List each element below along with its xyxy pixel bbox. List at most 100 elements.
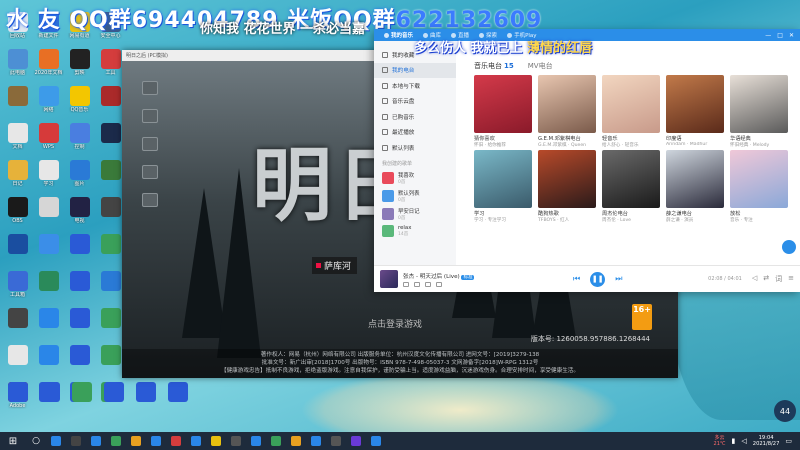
radio-card[interactable]: 学习 学习 · 专注学习 [474,150,532,223]
desktop-icon[interactable]: 学习 [33,160,64,197]
volume-icon[interactable]: ◁ [741,437,746,445]
video-icon[interactable] [142,193,158,207]
taskbar-app-icon[interactable] [246,432,266,450]
desktop-icon[interactable] [33,345,64,382]
taskbar-app-icon[interactable] [266,432,286,450]
sidebar-nav-item[interactable]: 最近播放 [374,125,456,141]
weather-widget[interactable]: 多云 21℃ [714,435,726,447]
taskbar-app-icon[interactable] [286,432,306,450]
desktop-icon[interactable]: 此电脑 [2,49,33,86]
taskbar-app-icon[interactable] [306,432,326,450]
sidebar-nav-item[interactable]: 我的电台 [374,62,456,78]
radio-card-cover[interactable] [474,150,532,208]
radio-card-cover[interactable] [666,150,724,208]
desktop-icon[interactable] [34,382,65,402]
desktop-icon[interactable] [33,308,64,345]
lyrics-icon[interactable]: 词 [775,274,782,284]
desktop-icon[interactable]: 文档 [2,123,33,160]
windows-start-icon[interactable]: ⊞ [0,436,26,447]
desktop-icon[interactable]: 工具箱 [2,271,33,308]
taskbar-app-icon[interactable] [66,432,86,450]
desktop-icon[interactable]: 控制 [64,123,95,160]
desktop-icon[interactable]: 图片 [64,160,95,197]
radio-card-cover[interactable] [666,75,724,133]
speaker-icon[interactable] [142,109,158,123]
desktop-icon[interactable]: 日记 [2,160,33,197]
clock[interactable]: 19:04 2021/8/27 [753,435,780,448]
performance-widget[interactable]: 44 [774,400,796,422]
desktop-icon[interactable] [130,382,161,402]
taskbar-app-icon[interactable] [46,432,66,450]
sidebar-nav-item[interactable]: 音乐云盘 [374,94,456,110]
desktop-icon[interactable] [2,308,33,345]
quality-badge[interactable]: 标准 [461,274,475,280]
close-icon[interactable]: ✕ [789,32,794,39]
now-playing-title[interactable]: 张杰 - 明天过后 (Live) 标准 [403,272,523,280]
server-location[interactable]: 萨库河 [312,257,358,274]
music-player-window[interactable]: 我的音乐 曲库 直播 探索 手机Play — □ ✕ 我的收藏 我的电台 本地与下载 音乐云盘 已购音… [374,29,800,292]
floating-mini-button[interactable] [782,240,796,254]
taskbar-app-icon[interactable] [106,432,126,450]
taskbar-app-icon[interactable] [186,432,206,450]
previous-track-icon[interactable]: ⏮ [573,274,580,284]
desktop-icon[interactable] [98,382,129,402]
sidebar-nav-item[interactable]: 默认列表 [374,140,456,156]
sidebar-nav-item[interactable]: 本地与下载 [374,78,456,94]
category-tab-mv[interactable]: MV电台 [528,61,553,71]
desktop-icon[interactable] [2,234,33,271]
desktop-icon[interactable] [2,382,33,402]
enter-game-button[interactable]: 点击登录游戏 [368,317,422,330]
comment-icon[interactable] [425,281,431,287]
playlist-item[interactable]: relax 14首 [374,223,456,239]
notification-icon[interactable]: ▭ [785,437,792,445]
radio-card[interactable]: 周杰伦电台 周杰伦 · Love [602,150,660,223]
desktop-icon[interactable]: 网络 [33,86,64,123]
radio-card[interactable]: 放松 音乐 · 专注 [730,150,788,223]
radio-card[interactable]: 酷狗热歌 TFBOYS · 红人 [538,150,596,223]
desktop-icon[interactable]: 电视 [64,197,95,234]
next-track-icon[interactable]: ⏭ [615,274,622,284]
playlist-item[interactable]: 早安日记 0首 [374,205,456,223]
desktop-icon[interactable] [33,197,64,234]
radio-card-cover[interactable] [602,150,660,208]
radio-card[interactable]: 华语经典 怀旧经典 · Melody [730,75,788,148]
taskbar-app-icon[interactable] [126,432,146,450]
desktop-icon[interactable]: OBS [2,197,33,234]
desktop-icon[interactable] [66,382,97,402]
taskbar-app-icon[interactable] [146,432,166,450]
desktop-icon[interactable]: 2020年文档 [33,49,64,86]
radio-card-cover[interactable] [602,75,660,133]
playlist-item[interactable]: 默认列表 0首 [374,187,456,205]
shuffle-icon[interactable]: ⇄ [763,274,769,284]
camera-icon[interactable] [142,137,158,151]
minimize-icon[interactable]: — [765,32,771,39]
radio-card[interactable]: 薛之谦电台 薛之谦 · 演员 [666,150,724,223]
pause-button[interactable]: ❚❚ [590,271,606,287]
taskbar-app-icon[interactable] [226,432,246,450]
search-icon[interactable]: ○ [26,432,46,450]
download-icon[interactable] [414,281,420,287]
radio-card-cover[interactable] [474,75,532,133]
now-playing-cover[interactable] [380,270,398,288]
category-tab-radio[interactable]: 音乐电台 15 [474,61,514,71]
network-icon[interactable]: ▮ [732,437,736,445]
desktop-icon[interactable] [64,234,95,271]
desktop-icon[interactable] [64,308,95,345]
desktop-icon[interactable] [162,382,193,402]
desktop-icon[interactable]: WPS [33,123,64,160]
desktop-icon[interactable] [2,86,33,123]
radio-card-cover[interactable] [538,75,596,133]
music-tab[interactable]: 我的音乐 [384,31,413,39]
desktop-icon[interactable]: 剪映 [64,49,95,86]
desktop-icon[interactable] [64,271,95,308]
radio-card[interactable]: G.E.M.邓紫棋电台 G.E.M.邓紫棋 · Queen [538,75,596,148]
taskbar-app-icon[interactable] [86,432,106,450]
notice-icon[interactable] [142,165,158,179]
more-icon[interactable] [436,281,442,287]
maximize-icon[interactable]: □ [777,32,783,39]
radio-card[interactable]: 轻音乐 给人舒心 · 轻音乐 [602,75,660,148]
menu-icon[interactable] [142,81,158,95]
radio-card-cover[interactable] [730,75,788,133]
sidebar-nav-item[interactable]: 已购音乐 [374,109,456,125]
radio-card[interactable]: 印度语 Arindam · Madhur [666,75,724,148]
